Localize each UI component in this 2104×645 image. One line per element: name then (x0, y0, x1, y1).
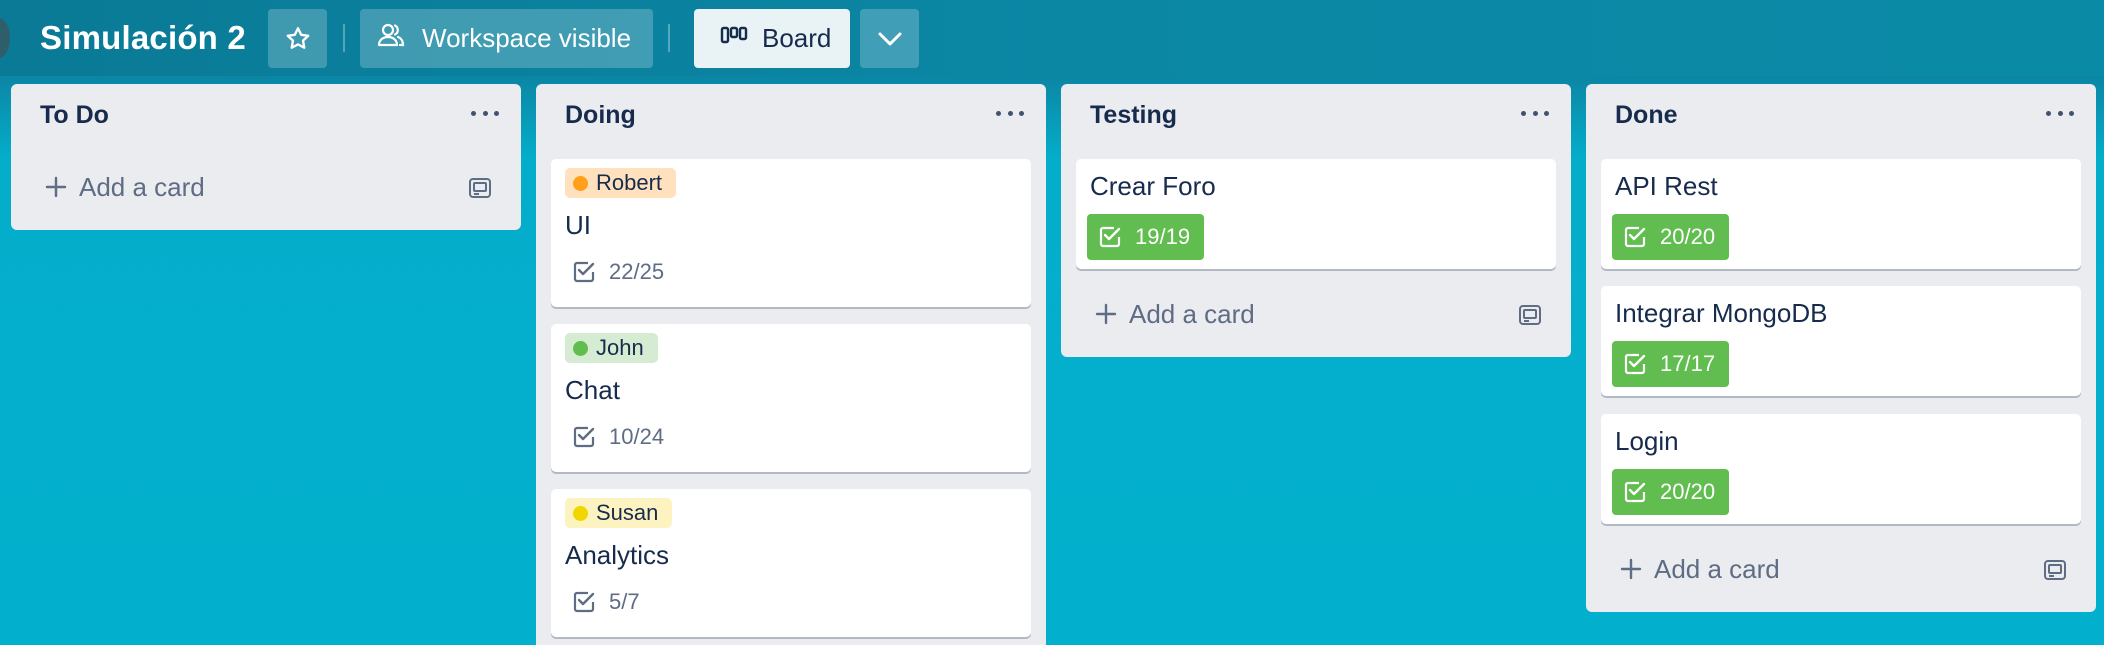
board-title[interactable]: Simulación 2 (40, 16, 246, 60)
add-card-label: Add a card (1129, 298, 1255, 329)
card-title: Login (1615, 426, 1679, 456)
card-analytics[interactable]: Susan Analytics 5/7 (551, 489, 1031, 637)
member-label: Robert (565, 168, 677, 198)
list-doing: Doing Robert UI 22/25 John Chat 10/24 Su… (536, 84, 1046, 645)
list-title[interactable]: Testing (1090, 101, 1177, 130)
checklist-count: 20/20 (1660, 224, 1716, 249)
checklist-complete-badge: 20/20 (1612, 469, 1730, 515)
card-ui[interactable]: Robert UI 22/25 (551, 159, 1031, 307)
add-card-label: Add a card (1654, 553, 1780, 584)
label-dot (573, 175, 588, 191)
people-icon (376, 21, 406, 56)
add-card-button[interactable]: Add a card (1095, 294, 1255, 334)
star-icon (286, 26, 309, 49)
checklist-icon (573, 591, 595, 613)
list-title[interactable]: To Do (40, 101, 109, 130)
list-done: Done API Rest 20/20 Integrar MongoDB 17/… (1586, 84, 2096, 612)
label-dot (573, 340, 588, 356)
card-integrar-mongodb[interactable]: Integrar MongoDB 17/17 (1601, 286, 2081, 396)
card-title: API Rest (1615, 171, 1718, 201)
card-api-rest[interactable]: API Rest 20/20 (1601, 159, 2081, 269)
board-view-button[interactable]: Board (694, 9, 850, 68)
checklist-complete-badge: 19/19 (1087, 214, 1205, 260)
label-text: John (596, 335, 644, 360)
checklist-count: 10/24 (609, 424, 665, 449)
list-menu-icon[interactable] (996, 106, 1024, 120)
board-view-label: Board (762, 23, 832, 53)
checklist-icon (1624, 481, 1646, 503)
list-title[interactable]: Doing (565, 101, 636, 130)
list-title[interactable]: Done (1615, 101, 1678, 130)
visibility-label: Workspace visible (422, 23, 632, 53)
star-board-button[interactable] (268, 9, 327, 68)
header-divider (343, 24, 345, 52)
member-label: Susan (565, 498, 673, 528)
checklist-icon (1624, 226, 1646, 248)
card-title: Integrar MongoDB (1615, 298, 1828, 328)
checklist-complete-badge: 20/20 (1612, 214, 1730, 260)
checklist-badge: 22/25 (573, 259, 664, 285)
plus-icon (45, 176, 67, 198)
label-text: Robert (596, 170, 663, 195)
checklist-icon (573, 261, 595, 283)
card-title: UI (565, 210, 591, 240)
checklist-count: 22/25 (609, 259, 665, 284)
card-template-icon[interactable] (2043, 558, 2067, 582)
list-menu-icon[interactable] (1521, 106, 1549, 120)
list-menu-icon[interactable] (2046, 106, 2074, 120)
checklist-badge: 10/24 (573, 424, 664, 450)
sidebar-toggle[interactable] (0, 18, 10, 58)
view-switcher-button[interactable] (860, 9, 919, 68)
checklist-icon (1624, 353, 1646, 375)
checklist-badge: 5/7 (573, 589, 640, 615)
card-template-icon[interactable] (468, 176, 492, 200)
board-header: Simulación 2 Workspace visible Board (0, 0, 2104, 76)
card-login[interactable]: Login 20/20 (1601, 414, 2081, 524)
checklist-count: 17/17 (1660, 351, 1716, 376)
card-title: Crear Foro (1090, 171, 1216, 201)
header-divider (668, 24, 670, 52)
board-icon (720, 23, 748, 54)
card-template-icon[interactable] (1518, 303, 1542, 327)
plus-icon (1095, 303, 1117, 325)
add-card-button[interactable]: Add a card (1620, 549, 1780, 589)
add-card-label: Add a card (79, 171, 205, 202)
card-chat[interactable]: John Chat 10/24 (551, 324, 1031, 472)
member-label: John (565, 333, 658, 363)
card-title: Chat (565, 375, 620, 405)
checklist-count: 19/19 (1135, 224, 1191, 249)
checklist-complete-badge: 17/17 (1612, 341, 1730, 387)
checklist-count: 5/7 (609, 589, 640, 614)
plus-icon (1620, 558, 1642, 580)
list-menu-icon[interactable] (471, 106, 499, 120)
list-testing: Testing Crear Foro 19/19 Add a card (1061, 84, 1571, 357)
checklist-count: 20/20 (1660, 479, 1716, 504)
chevron-down-icon (878, 32, 901, 45)
card-crear-foro[interactable]: Crear Foro 19/19 (1076, 159, 1556, 269)
list-to-do: To Do Add a card (11, 84, 521, 230)
label-text: Susan (596, 500, 659, 525)
add-card-button[interactable]: Add a card (45, 167, 205, 207)
checklist-icon (573, 426, 595, 448)
card-title: Analytics (565, 540, 670, 570)
checklist-icon (1099, 226, 1121, 248)
visibility-button[interactable]: Workspace visible (360, 9, 653, 68)
label-dot (573, 505, 588, 521)
